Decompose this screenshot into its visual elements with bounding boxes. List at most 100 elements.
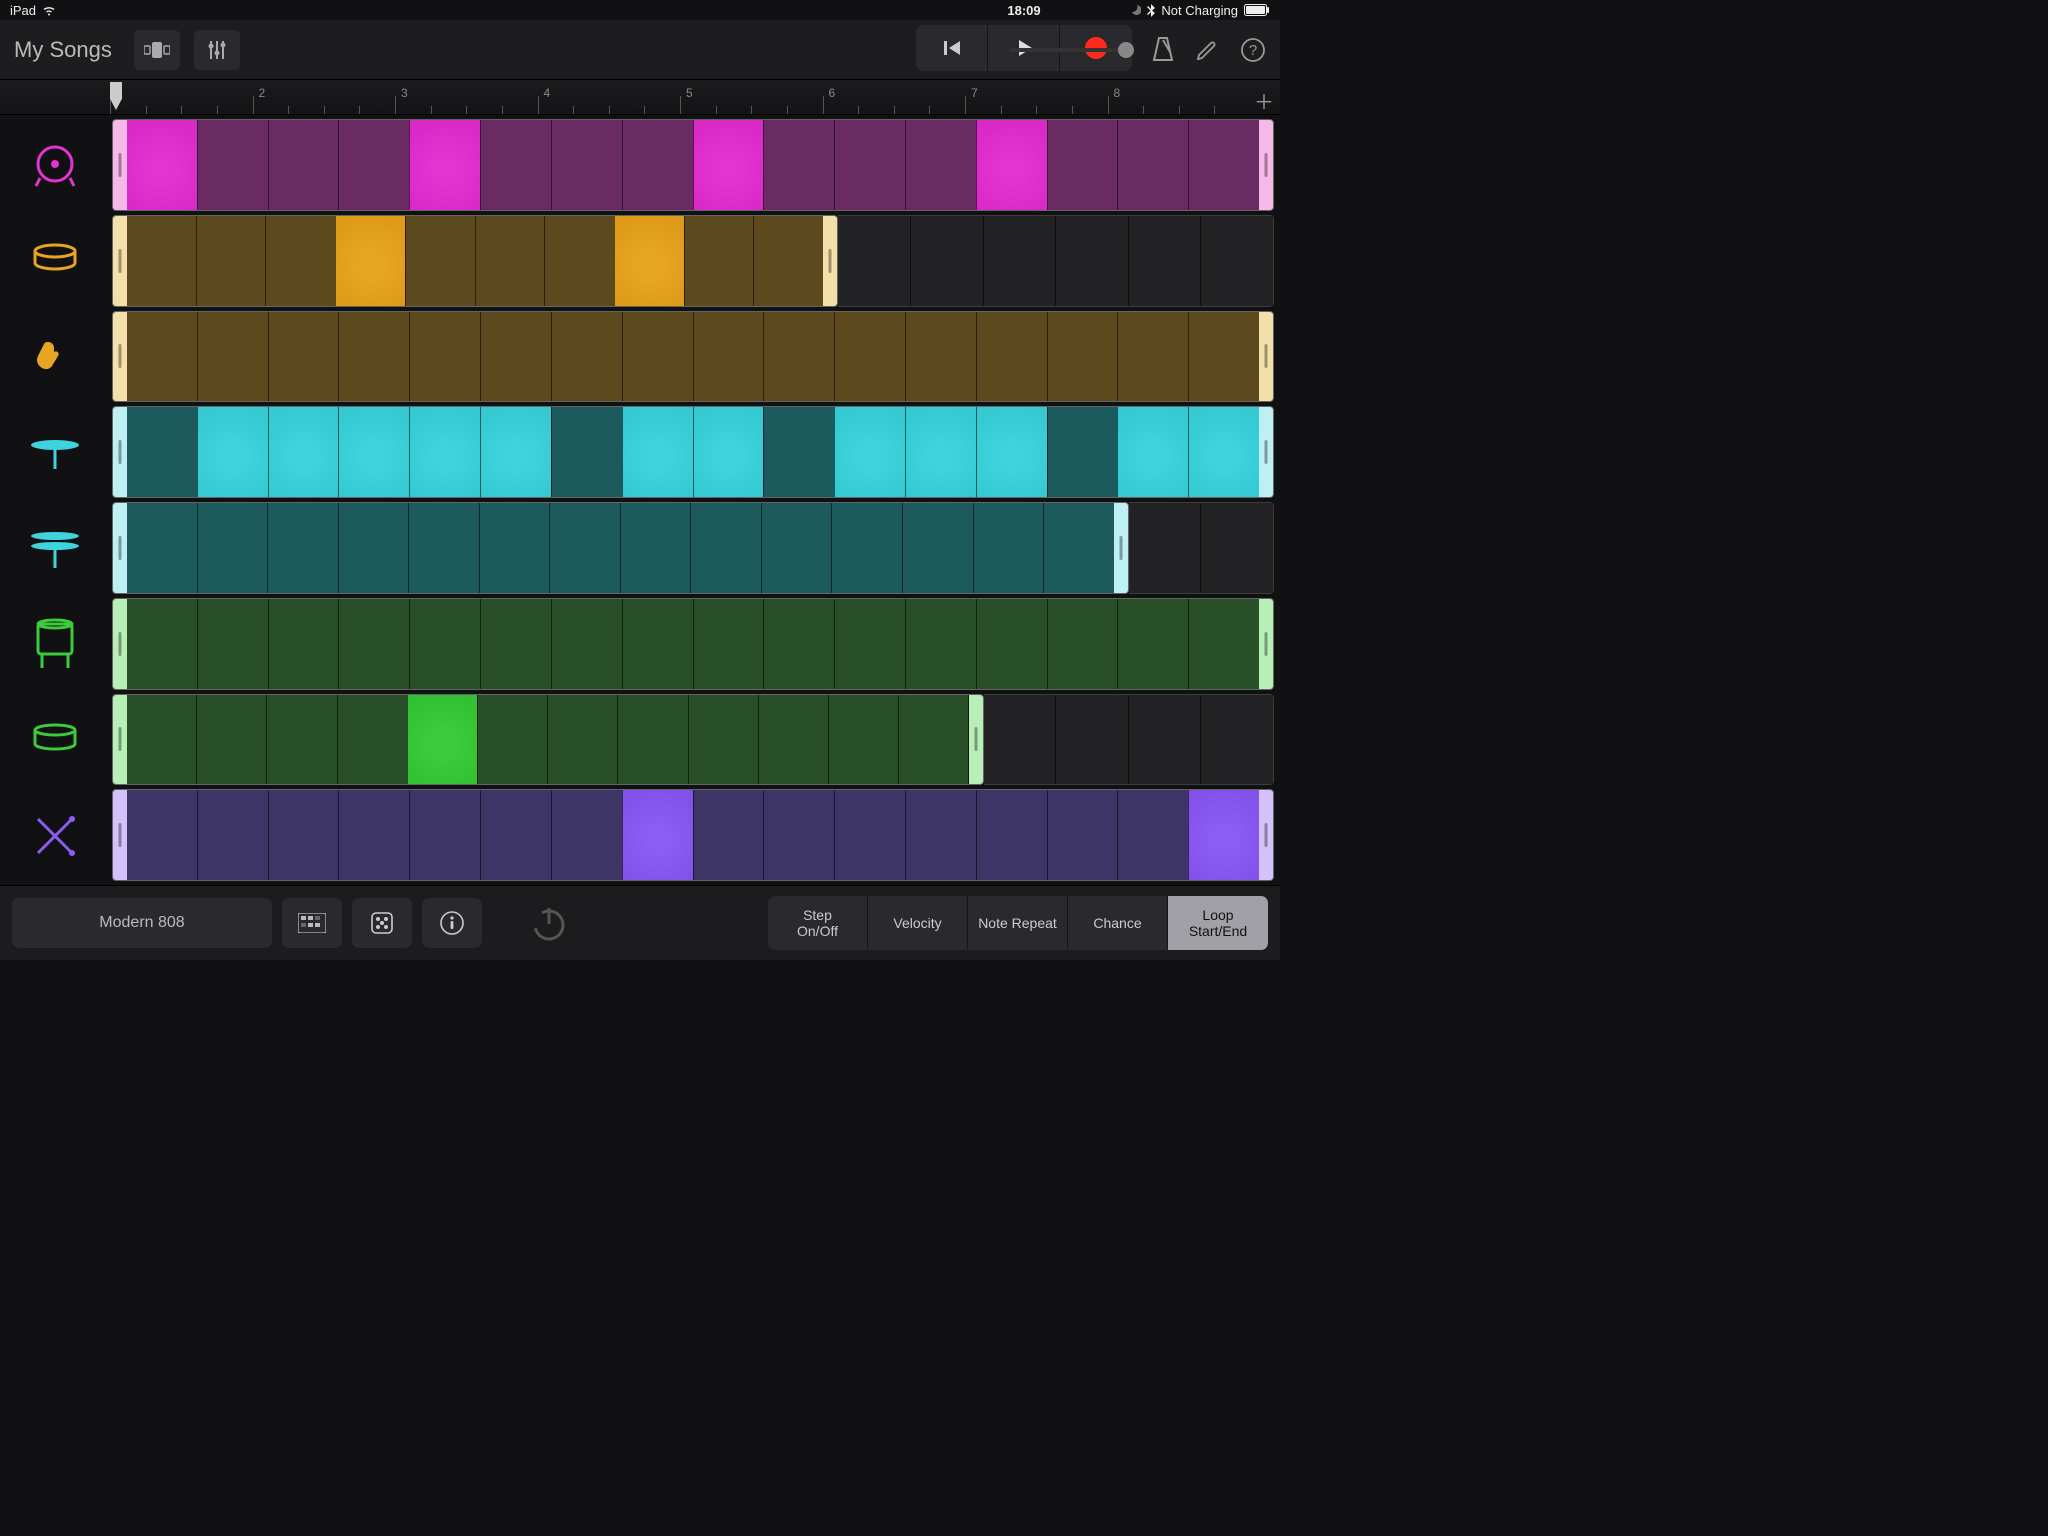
- step[interactable]: [544, 216, 614, 306]
- step[interactable]: [407, 695, 477, 785]
- step[interactable]: [127, 312, 197, 402]
- step[interactable]: [1047, 599, 1118, 689]
- step[interactable]: [409, 407, 480, 497]
- loop-start-handle[interactable]: [113, 407, 127, 497]
- step[interactable]: [480, 599, 551, 689]
- instrument-tom2-icon[interactable]: [0, 693, 110, 789]
- step[interactable]: [614, 216, 684, 306]
- loop-end-handle[interactable]: [1259, 312, 1273, 402]
- step[interactable]: [902, 503, 973, 593]
- step[interactable]: [976, 407, 1047, 497]
- step[interactable]: [905, 312, 976, 402]
- mixer-button[interactable]: [194, 30, 240, 70]
- step[interactable]: [1188, 790, 1259, 880]
- step[interactable]: [763, 407, 834, 497]
- step[interactable]: [1117, 407, 1188, 497]
- inactive-step[interactable]: [983, 216, 1056, 306]
- inactive-step[interactable]: [1055, 695, 1128, 785]
- mode-chance[interactable]: Chance: [1068, 896, 1168, 950]
- browser-button[interactable]: [134, 30, 180, 70]
- step[interactable]: [268, 120, 339, 210]
- add-bars-button[interactable]: ＋: [1254, 86, 1274, 115]
- step[interactable]: [268, 790, 339, 880]
- step[interactable]: [834, 312, 905, 402]
- step[interactable]: [127, 120, 197, 210]
- step[interactable]: [617, 695, 687, 785]
- step[interactable]: [622, 120, 693, 210]
- step[interactable]: [197, 599, 268, 689]
- lane-hihat-open[interactable]: [112, 502, 1129, 594]
- inactive-step[interactable]: [1128, 695, 1201, 785]
- step[interactable]: [1047, 120, 1118, 210]
- lane-tom1[interactable]: [112, 598, 1274, 690]
- step[interactable]: [127, 407, 197, 497]
- loop-start-handle[interactable]: [113, 599, 127, 689]
- step[interactable]: [834, 120, 905, 210]
- step[interactable]: [1047, 407, 1118, 497]
- loop-end-handle[interactable]: [969, 695, 983, 785]
- step[interactable]: [480, 790, 551, 880]
- loop-end-handle[interactable]: [1259, 790, 1273, 880]
- inactive-step[interactable]: [838, 216, 910, 306]
- step[interactable]: [338, 599, 409, 689]
- step[interactable]: [620, 503, 691, 593]
- rewind-button[interactable]: [916, 25, 988, 71]
- metronome-button[interactable]: [1150, 36, 1176, 64]
- step[interactable]: [408, 503, 479, 593]
- step[interactable]: [335, 216, 405, 306]
- step[interactable]: [268, 407, 339, 497]
- step[interactable]: [267, 503, 338, 593]
- step[interactable]: [693, 120, 764, 210]
- mode-note-repeat[interactable]: Note Repeat: [968, 896, 1068, 950]
- mode-loop-start-end[interactable]: LoopStart/End: [1168, 896, 1268, 950]
- instrument-kick-icon[interactable]: [0, 115, 110, 211]
- step[interactable]: [758, 695, 828, 785]
- step[interactable]: [1043, 503, 1114, 593]
- step[interactable]: [409, 120, 480, 210]
- lane-snare[interactable]: [112, 215, 838, 307]
- step[interactable]: [268, 312, 339, 402]
- instrument-hihat-closed-icon[interactable]: [0, 404, 110, 500]
- slider-knob[interactable]: [1118, 42, 1134, 58]
- step[interactable]: [475, 216, 545, 306]
- step[interactable]: [898, 695, 968, 785]
- step[interactable]: [480, 312, 551, 402]
- power-button[interactable]: [514, 893, 584, 953]
- step[interactable]: [268, 599, 339, 689]
- inactive-step[interactable]: [910, 216, 983, 306]
- step[interactable]: [480, 407, 551, 497]
- step[interactable]: [693, 790, 764, 880]
- step[interactable]: [976, 599, 1047, 689]
- step[interactable]: [976, 312, 1047, 402]
- step[interactable]: [1117, 790, 1188, 880]
- step[interactable]: [196, 216, 266, 306]
- step[interactable]: [905, 407, 976, 497]
- step[interactable]: [409, 790, 480, 880]
- step[interactable]: [127, 790, 197, 880]
- loop-start-handle[interactable]: [113, 503, 127, 593]
- step[interactable]: [905, 599, 976, 689]
- step[interactable]: [338, 407, 409, 497]
- step[interactable]: [753, 216, 823, 306]
- step[interactable]: [831, 503, 902, 593]
- instrument-hihat-open-icon[interactable]: [0, 500, 110, 596]
- step[interactable]: [265, 216, 335, 306]
- step[interactable]: [197, 503, 268, 593]
- step[interactable]: [622, 407, 693, 497]
- step[interactable]: [1188, 120, 1259, 210]
- randomize-button[interactable]: [352, 898, 412, 948]
- step[interactable]: [622, 790, 693, 880]
- step[interactable]: [127, 695, 196, 785]
- step[interactable]: [1117, 312, 1188, 402]
- lane-perc[interactable]: [112, 789, 1274, 881]
- master-volume-slider[interactable]: [1010, 48, 1130, 52]
- step[interactable]: [547, 695, 617, 785]
- step[interactable]: [1117, 599, 1188, 689]
- loop-start-handle[interactable]: [113, 120, 127, 210]
- step[interactable]: [622, 599, 693, 689]
- inactive-step[interactable]: [1128, 216, 1201, 306]
- instrument-perc-icon[interactable]: [0, 789, 110, 885]
- step[interactable]: [479, 503, 550, 593]
- step[interactable]: [477, 695, 547, 785]
- step[interactable]: [1188, 312, 1259, 402]
